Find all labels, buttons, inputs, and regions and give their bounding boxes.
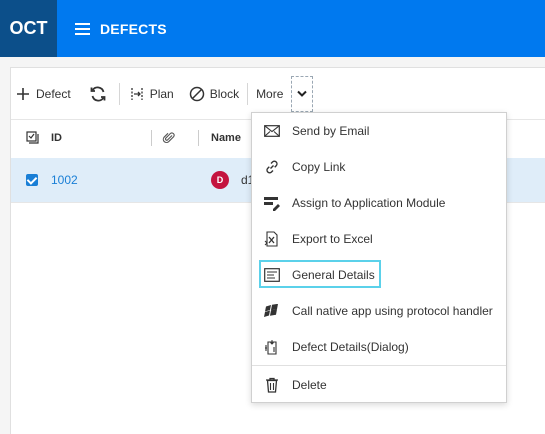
menu-item-export-excel[interactable]: Export to Excel: [252, 221, 506, 257]
defect-id-link[interactable]: 1002: [51, 173, 78, 187]
dialog-details-icon: [263, 338, 281, 356]
refresh-icon: [89, 85, 107, 103]
select-all-icon[interactable]: [26, 131, 40, 148]
trash-icon: [263, 376, 281, 394]
menu-item-label: Delete: [292, 378, 327, 392]
menu-item-send-email[interactable]: Send by Email: [252, 113, 506, 149]
link-icon: [263, 158, 281, 176]
plan-icon: [128, 85, 146, 103]
block-button[interactable]: Block: [186, 79, 241, 109]
more-button[interactable]: More: [254, 79, 285, 109]
chevron-down-icon: [297, 87, 308, 101]
plan-label: Plan: [149, 87, 174, 101]
more-dropdown-toggle[interactable]: [291, 76, 314, 112]
block-label: Block: [209, 87, 240, 101]
assign-module-icon: [263, 194, 281, 212]
module-title[interactable]: DEFECTS: [75, 0, 167, 57]
keyboard-focus-ring: [259, 260, 381, 288]
menu-item-assign-module[interactable]: Assign to Application Module: [252, 185, 506, 221]
column-header-name[interactable]: Name: [211, 132, 241, 144]
module-title-label: DEFECTS: [100, 20, 167, 37]
plus-icon: [14, 85, 32, 103]
menu-divider: [252, 365, 506, 366]
hamburger-icon[interactable]: [75, 22, 90, 35]
column-divider[interactable]: [198, 130, 199, 146]
excel-export-icon: [263, 230, 281, 248]
column-header-id[interactable]: ID: [51, 132, 62, 144]
envelope-icon: [263, 122, 281, 140]
menu-item-copy-link[interactable]: Copy Link: [252, 149, 506, 185]
menu-item-defect-details-dialog[interactable]: Defect Details(Dialog): [252, 329, 506, 365]
menu-item-label: Copy Link: [292, 160, 346, 174]
menu-item-label: Call native app using protocol handler: [292, 304, 493, 318]
toolbar: Defect Plan Block More: [12, 74, 314, 114]
paperclip-icon[interactable]: [162, 131, 176, 148]
menu-item-label: Send by Email: [292, 124, 370, 138]
windows-icon: [263, 302, 281, 320]
add-defect-button[interactable]: Defect: [12, 79, 73, 109]
menu-item-call-native-app[interactable]: Call native app using protocol handler: [252, 293, 506, 329]
more-label: More: [256, 87, 284, 101]
more-actions-menu: Send by Email Copy Link Assign to Applic…: [251, 112, 507, 403]
add-defect-label: Defect: [36, 87, 71, 101]
row-checkbox[interactable]: [26, 174, 38, 186]
menu-item-delete[interactable]: Delete: [252, 367, 506, 403]
toolbar-divider: [118, 83, 120, 105]
block-icon: [188, 85, 206, 103]
top-bar: OCT DEFECTS: [0, 0, 545, 57]
column-divider[interactable]: [151, 130, 152, 146]
menu-item-label: Assign to Application Module: [292, 196, 446, 210]
plan-button[interactable]: Plan: [126, 79, 176, 109]
app-logo[interactable]: OCT: [0, 0, 57, 57]
toolbar-divider: [247, 83, 249, 105]
refresh-button[interactable]: [87, 79, 113, 109]
menu-item-label: Defect Details(Dialog): [292, 340, 409, 354]
menu-item-label: Export to Excel: [292, 232, 373, 246]
avatar: D: [211, 171, 229, 189]
